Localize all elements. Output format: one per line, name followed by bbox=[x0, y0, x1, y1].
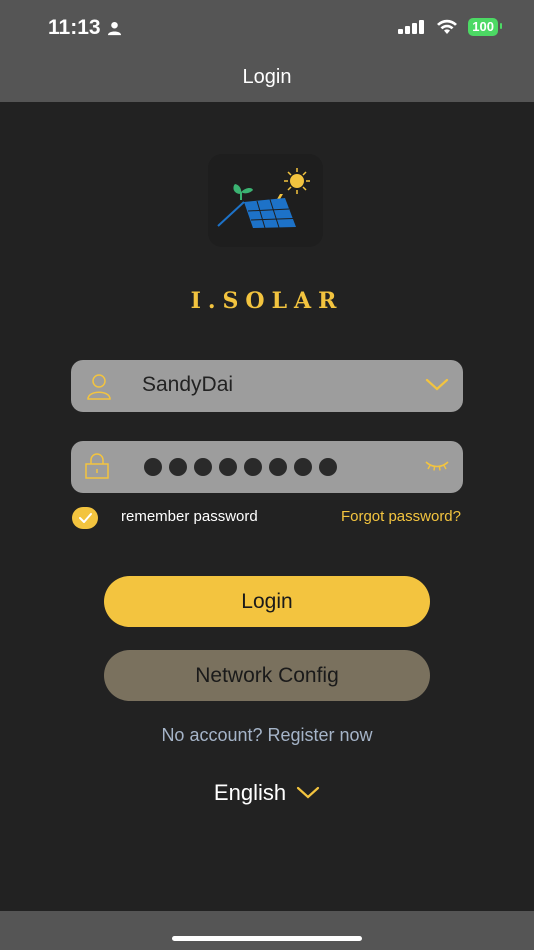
remember-password-checkbox[interactable] bbox=[72, 507, 98, 529]
app-logo bbox=[208, 154, 323, 247]
chevron-down-icon bbox=[296, 786, 320, 799]
remember-password-label[interactable]: remember password bbox=[121, 508, 258, 525]
login-button[interactable]: Login bbox=[104, 576, 430, 627]
chevron-down-icon[interactable] bbox=[425, 378, 449, 392]
password-value bbox=[144, 458, 337, 476]
lock-icon bbox=[85, 453, 109, 479]
status-bar: 11:13 100 bbox=[0, 0, 534, 58]
status-time: 11:13 bbox=[48, 16, 122, 40]
page-title: Login bbox=[242, 66, 292, 88]
language-selector[interactable]: English bbox=[0, 780, 534, 806]
user-icon bbox=[87, 374, 111, 400]
battery-icon: 100 bbox=[468, 18, 502, 36]
solar-logo-icon bbox=[217, 168, 310, 229]
person-icon bbox=[107, 21, 121, 35]
nav-bar: Login bbox=[0, 58, 534, 102]
language-label: English bbox=[213, 780, 287, 805]
status-time-text: 11:13 bbox=[48, 16, 101, 39]
register-link[interactable]: No account? Register now bbox=[0, 725, 534, 746]
status-indicators: 100 bbox=[398, 18, 502, 36]
wifi-icon bbox=[437, 19, 458, 34]
brand-name: I.SOLAR bbox=[190, 288, 344, 314]
cellular-icon bbox=[398, 20, 425, 34]
username-field[interactable]: SandyDai bbox=[71, 360, 463, 412]
password-field[interactable] bbox=[71, 441, 463, 493]
bottom-bar bbox=[0, 911, 534, 950]
network-config-button[interactable]: Network Config bbox=[104, 650, 430, 701]
forgot-password-link[interactable]: Forgot password? bbox=[341, 508, 461, 525]
check-icon bbox=[79, 513, 92, 523]
eye-closed-icon[interactable] bbox=[424, 459, 450, 473]
username-value: SandyDai bbox=[142, 373, 234, 396]
home-indicator[interactable] bbox=[172, 936, 362, 941]
